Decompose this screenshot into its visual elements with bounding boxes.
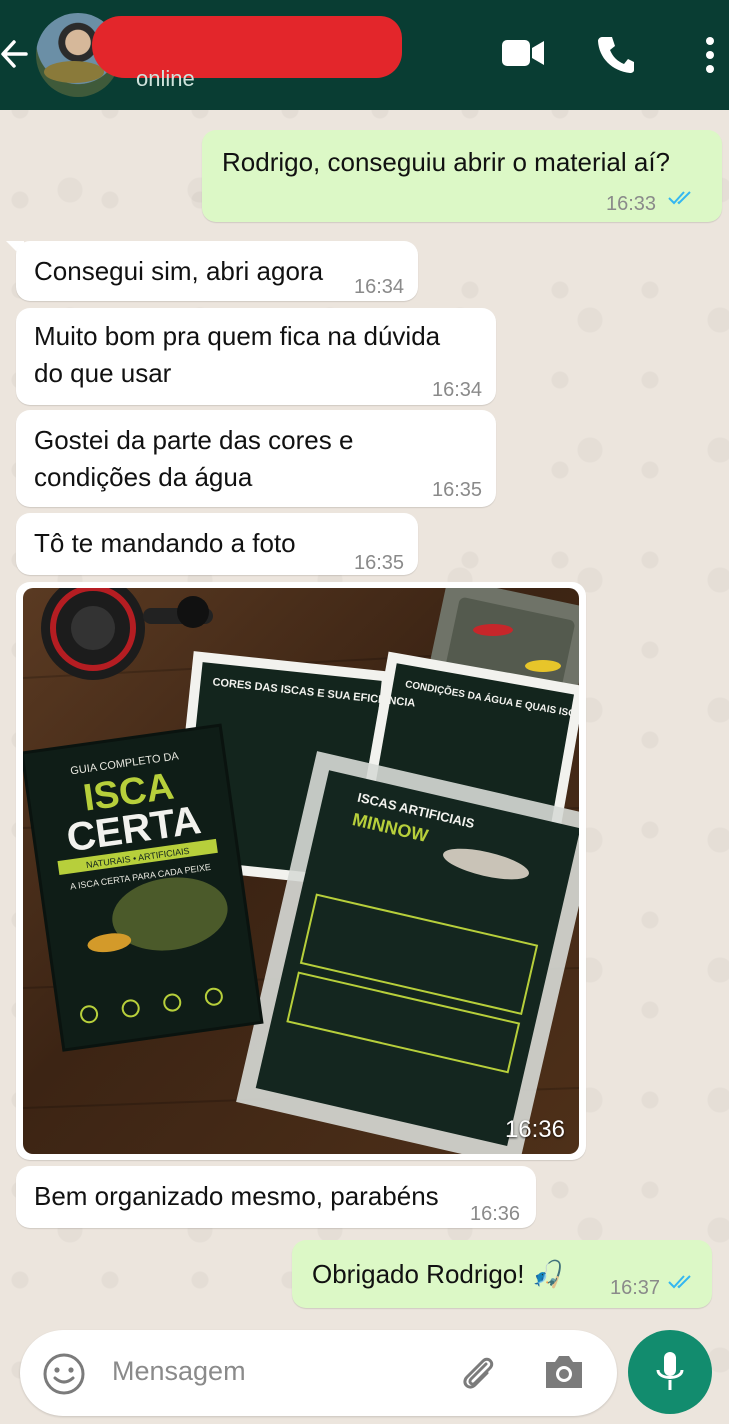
message-text: Gostei da parte das cores e <box>34 425 354 455</box>
back-arrow-icon[interactable] <box>0 36 30 72</box>
message-text: Tô te mandando a foto <box>34 528 296 558</box>
message-text: Bem organizado mesmo, parabéns <box>34 1181 439 1211</box>
incoming-message[interactable]: Tô te mandando a foto 16:35 <box>16 513 418 575</box>
message-text: Rodrigo, conseguiu abrir o material aí? <box>222 147 671 177</box>
camera-icon[interactable] <box>542 1352 586 1392</box>
more-options-icon[interactable] <box>704 36 716 74</box>
message-time: 16:34 <box>432 379 483 401</box>
message-time: 16:34 <box>354 276 405 298</box>
incoming-message[interactable]: Muito bom pra quem fica na dúvida do que… <box>16 308 496 405</box>
message-time: 16:36 <box>504 1116 565 1143</box>
mic-button[interactable] <box>628 1330 712 1414</box>
message-text: condições da água <box>34 462 253 492</box>
image-message[interactable]: GUIA COMPLETO DA ISCA CERTA NATURAIS • A… <box>16 582 586 1160</box>
message-time: 16:37 <box>610 1277 661 1299</box>
incoming-message[interactable]: Gostei da parte das cores e condições da… <box>16 410 496 507</box>
message-time: 16:36 <box>470 1203 521 1225</box>
message-time: 16:35 <box>432 479 483 501</box>
outgoing-message[interactable]: Rodrigo, conseguiu abrir o material aí? … <box>202 130 722 222</box>
incoming-message[interactable]: Bem organizado mesmo, parabéns 16:36 <box>16 1166 536 1228</box>
message-time: 16:35 <box>354 552 405 574</box>
shared-photo[interactable]: GUIA COMPLETO DA ISCA CERTA NATURAIS • A… <box>23 588 579 1154</box>
video-call-icon[interactable] <box>502 38 544 68</box>
message-time: 16:33 <box>606 193 657 215</box>
outgoing-message[interactable]: Obrigado Rodrigo! 🎣 16:37 <box>292 1240 712 1308</box>
read-ticks-icon <box>668 1275 691 1289</box>
photo-illustration: GUIA COMPLETO DA ISCA CERTA NATURAIS • A… <box>23 588 579 1154</box>
incoming-message[interactable]: Consegui sim, abri agora 16:34 <box>16 241 418 301</box>
message-text: Muito bom pra quem fica na dúvida <box>34 321 441 351</box>
read-ticks-icon <box>668 191 691 205</box>
message-input[interactable]: Mensagem <box>112 1356 246 1387</box>
chat-header: online <box>0 0 729 110</box>
message-text: Obrigado Rodrigo! 🎣 <box>312 1259 565 1289</box>
message-text: Consegui sim, abri agora <box>34 256 324 286</box>
attach-icon[interactable] <box>456 1352 498 1394</box>
microphone-icon <box>656 1352 684 1390</box>
voice-call-icon[interactable] <box>596 34 636 74</box>
message-composer[interactable]: Mensagem <box>20 1330 617 1416</box>
emoji-icon[interactable] <box>42 1352 86 1396</box>
message-text: do que usar <box>34 358 172 388</box>
contact-status: online <box>136 66 195 91</box>
